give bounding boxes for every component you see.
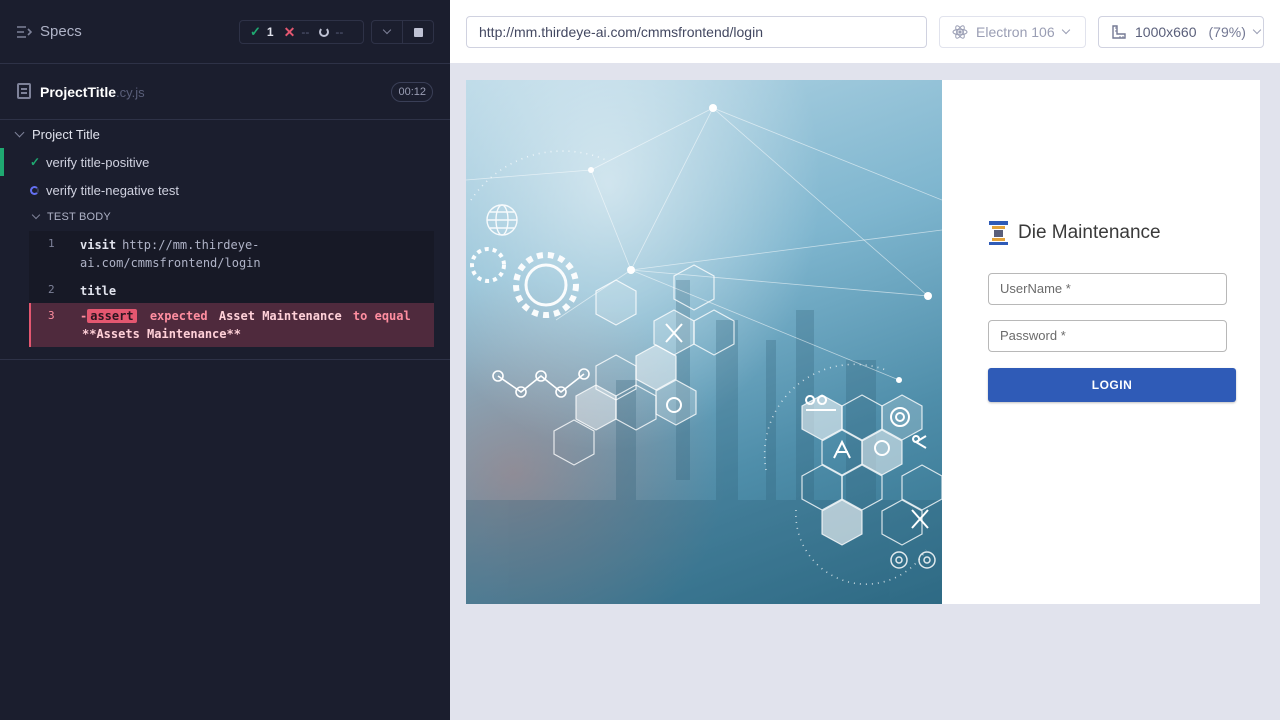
password-field[interactable]: Password *: [988, 320, 1227, 352]
chevron-down-icon: [31, 210, 41, 220]
spec-filename: ProjectTitle.cy.js: [40, 84, 145, 100]
suite-title: Project Title: [32, 126, 100, 142]
failed-count: --: [301, 25, 310, 39]
spec-basename: ProjectTitle: [40, 84, 116, 100]
test-title: verify title-positive: [46, 154, 150, 170]
browser-name: Electron 106: [976, 24, 1055, 40]
viewport-zoom: (79%): [1208, 24, 1246, 40]
command-index: 3: [48, 309, 55, 322]
spec-header: ProjectTitle.cy.js 00:12: [0, 64, 450, 120]
check-icon: ✓: [30, 155, 41, 169]
test-row-positive[interactable]: ✓ verify title-positive: [0, 148, 450, 176]
command-row-title[interactable]: 2 title: [29, 277, 434, 303]
specs-label: Specs: [40, 23, 82, 40]
viewport-size: 1000x660: [1135, 24, 1197, 40]
hero-technology-image: [466, 80, 942, 604]
die-maintenance-logo-icon: [989, 221, 1008, 245]
username-field[interactable]: UserName *: [988, 273, 1227, 305]
cypress-runner-panel: Specs ✓ 1 ✕ -- -- ProjectTitle.cy.js 00:…: [0, 0, 450, 720]
running-spinner-icon: [30, 185, 39, 195]
check-icon: ✓: [250, 24, 261, 39]
app-under-test-frame: Die Maintenance UserName * Password * LO…: [466, 80, 1260, 604]
assert-text-to-equal: to equal: [352, 309, 411, 323]
command-row-assert-failed[interactable]: 3 - assert expected Asset Maintenance to …: [29, 303, 434, 347]
assert-text-expected: expected: [149, 309, 208, 323]
chevron-down-icon: [14, 127, 25, 137]
assert-actual-value: Asset Maintenance: [218, 309, 342, 323]
login-panel: Die Maintenance UserName * Password * LO…: [942, 80, 1260, 604]
spec-extension: .cy.js: [116, 85, 145, 100]
divider: [0, 359, 450, 360]
login-button[interactable]: LOGIN: [988, 368, 1236, 402]
cross-icon: ✕: [283, 23, 296, 40]
test-row-negative[interactable]: verify title-negative test: [0, 176, 450, 204]
test-body-toggle[interactable]: TEST BODY: [0, 204, 450, 230]
chevron-down-icon: [1252, 25, 1262, 35]
spec-duration: 00:12: [391, 82, 433, 102]
stop-icon: [413, 27, 423, 37]
specs-list-icon: [17, 25, 32, 38]
brand-title: Die Maintenance: [1018, 222, 1161, 243]
test-stats: ✓ 1 ✕ -- --: [239, 20, 364, 44]
browser-selector[interactable]: Electron 106: [939, 16, 1086, 48]
pending-stat: --: [309, 25, 343, 39]
specs-button[interactable]: Specs: [16, 23, 82, 40]
command-index: 1: [48, 237, 55, 250]
passed-count: 1: [266, 25, 274, 39]
aut-toolbar: http://mm.thirdeye-ai.com/cmmsfrontend/l…: [450, 0, 1280, 64]
test-body-label: TEST BODY: [47, 211, 111, 223]
runner-controls: [371, 20, 434, 44]
chevron-down-icon: [1061, 25, 1070, 35]
assert-expected-value: **Assets Maintenance**: [82, 327, 241, 341]
expand-toggle-button[interactable]: [372, 21, 402, 43]
command-name: title: [80, 284, 117, 298]
runner-topbar: Specs ✓ 1 ✕ -- --: [0, 0, 450, 64]
pending-count: --: [335, 25, 344, 39]
command-name: visit: [80, 238, 117, 252]
chevron-down-icon: [382, 25, 392, 35]
test-suite: Project Title ✓ verify title-positive ve…: [0, 120, 450, 230]
brand-header: Die Maintenance: [988, 220, 1161, 246]
command-log: 1 visit http://mm.thirdeye-ai.com/cmmsfro…: [29, 231, 434, 347]
tech-network-illustration: [466, 104, 942, 604]
url-bar[interactable]: http://mm.thirdeye-ai.com/cmmsfrontend/l…: [466, 16, 927, 48]
stop-button[interactable]: [402, 21, 433, 43]
suite-title-row[interactable]: Project Title: [0, 120, 450, 148]
electron-icon: [952, 25, 968, 39]
command-index: 2: [48, 283, 55, 296]
passed-stat: ✓ 1: [240, 24, 274, 40]
failed-stat: ✕ --: [274, 24, 310, 41]
command-row-visit[interactable]: 1 visit http://mm.thirdeye-ai.com/cmmsfro…: [29, 231, 434, 277]
viewport-selector[interactable]: 1000x660 (79%): [1098, 16, 1264, 48]
test-title: verify title-negative test: [46, 182, 179, 198]
pending-spinner-icon: [319, 27, 330, 37]
assert-badge: assert: [87, 309, 137, 323]
ruler-icon: [1112, 25, 1126, 39]
file-icon: [17, 83, 31, 99]
